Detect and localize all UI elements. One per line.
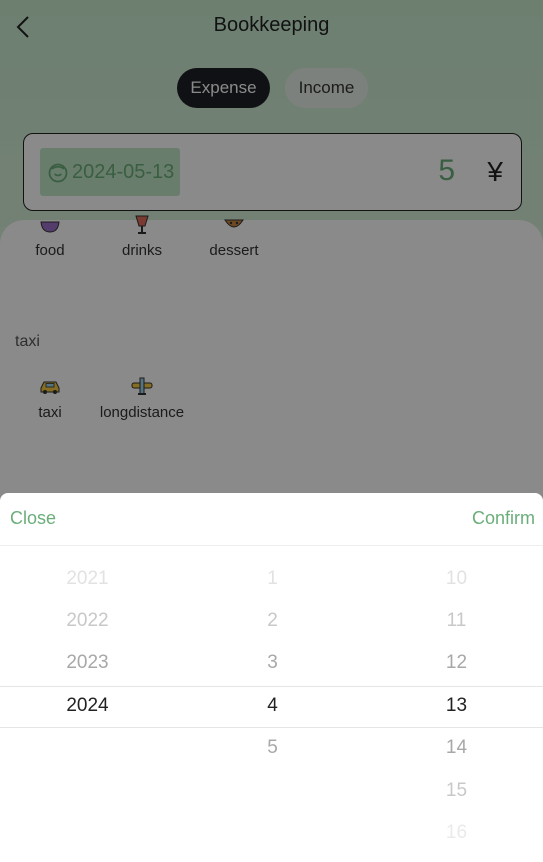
day-column[interactable]: 10 11 12 13 14 15 16 [370,493,543,862]
month-column[interactable]: 1 2 3 4 5 [175,493,370,862]
year-column[interactable]: 2021 2022 2023 2024 [0,493,175,862]
picker-option[interactable]: 2023 [0,643,175,683]
picker-option[interactable]: 5 [175,728,370,768]
picker-option[interactable]: 16 [370,813,543,853]
picker-option[interactable]: 2021 [0,559,175,599]
picker-option[interactable]: 3 [175,643,370,683]
picker-option[interactable]: 15 [370,771,543,811]
picker-option-selected[interactable]: 2024 [0,686,175,726]
picker-option[interactable]: 2022 [0,601,175,641]
picker-option-selected[interactable]: 13 [370,686,543,726]
date-picker-sheet: Close Confirm 2021 2022 2023 2024 1 2 3 … [0,493,543,862]
picker-option[interactable]: 1 [175,559,370,599]
picker-option[interactable]: 2 [175,601,370,641]
picker-option[interactable]: 10 [370,559,543,599]
picker-option[interactable]: 11 [370,601,543,641]
picker-option[interactable]: 12 [370,643,543,683]
picker-option-selected[interactable]: 4 [175,686,370,726]
picker-option[interactable]: 14 [370,728,543,768]
